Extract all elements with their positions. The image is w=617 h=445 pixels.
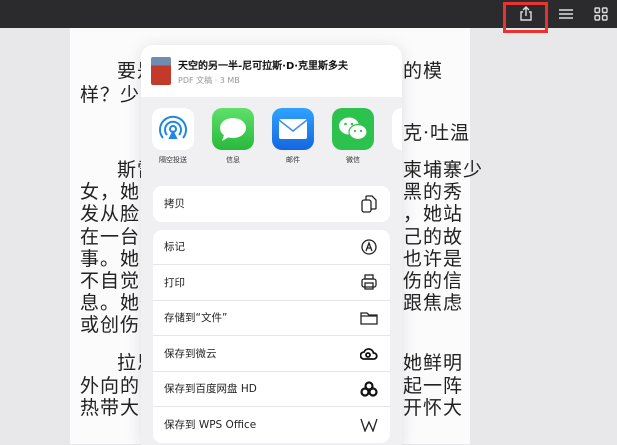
airdrop-icon [152, 108, 194, 150]
action-save-to-files[interactable]: 存储到“文件” [153, 301, 390, 336]
book-cover-thumbnail [151, 57, 171, 85]
action-save-to-baidu[interactable]: 保存到百度网盘 HD [153, 372, 390, 407]
actions-group: 标记 打印 存储到“文件” 保存到微云 保存到百度网盘 HD 保存到 WPS O… [153, 229, 390, 443]
file-subtitle: PDF 文稿 · 3 MB [178, 75, 240, 85]
wechat-icon [332, 108, 374, 150]
weiyun-icon [360, 344, 378, 362]
share-sheet: 天空的另一半-尼可拉斯·D·克里斯多夫 PDF 文稿 · 3 MB 隔空投送 信… [141, 45, 402, 445]
app-icon-partial [392, 108, 402, 150]
print-icon [360, 273, 378, 291]
action-save-to-weiyun[interactable]: 保存到微云 [153, 336, 390, 372]
list-icon[interactable] [555, 4, 577, 24]
book-text-line: 开怀大 [403, 397, 464, 419]
action-copy[interactable]: 拷贝 [153, 186, 390, 222]
messages-icon [212, 108, 254, 150]
book-text-line: 跟焦虑 [403, 292, 464, 314]
app-mail[interactable]: 邮件 [272, 108, 314, 183]
mail-icon [272, 108, 314, 150]
baidu-netdisk-icon [360, 380, 378, 398]
book-text-line: 的模 [403, 60, 444, 82]
app-airdrop[interactable]: 隔空投送 [152, 108, 194, 183]
share-header: 天空的另一半-尼可拉斯·D·克里斯多夫 PDF 文稿 · 3 MB [141, 45, 402, 97]
folder-icon [360, 309, 378, 327]
action-markup[interactable]: 标记 [153, 230, 390, 265]
markup-icon [360, 238, 378, 256]
action-print[interactable]: 打印 [153, 265, 390, 301]
file-title: 天空的另一半-尼可拉斯·D·克里斯多夫 [178, 60, 349, 72]
app-more-partial[interactable] [392, 108, 402, 183]
action-save-to-wps[interactable]: 保存到 WPS Office [153, 407, 390, 443]
wps-icon [360, 416, 378, 434]
app-messages[interactable]: 信息 [212, 108, 254, 183]
copy-group: 拷贝 [153, 186, 390, 222]
copy-icon [360, 195, 378, 213]
app-row: 隔空投送 信息 邮件 微信 [141, 97, 402, 183]
app-wechat[interactable]: 微信 [332, 108, 374, 183]
share-button-highlight [503, 2, 548, 33]
grid-icon[interactable] [590, 4, 612, 24]
book-text-line: 克·吐温 [403, 122, 471, 144]
